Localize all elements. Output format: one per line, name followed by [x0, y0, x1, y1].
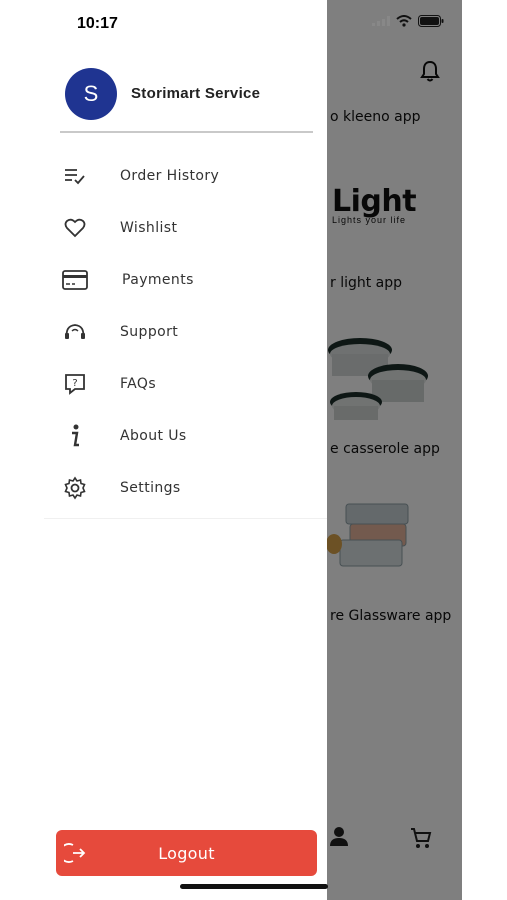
heart-icon — [62, 215, 88, 241]
user-name: Storimart Service — [131, 85, 261, 102]
menu-item-payments[interactable]: Payments — [44, 256, 327, 304]
menu-item-label: Settings — [120, 480, 181, 496]
menu-item-wishlist[interactable]: Wishlist — [44, 204, 327, 252]
menu-item-label: Order History — [120, 168, 220, 184]
menu-item-label: FAQs — [120, 376, 157, 392]
status-time: 10:17 — [77, 15, 118, 32]
svg-text:?: ? — [72, 378, 77, 389]
menu-item-support[interactable]: Support — [44, 308, 327, 356]
gear-icon — [62, 475, 88, 501]
menu-item-settings[interactable]: Settings — [44, 464, 327, 512]
credit-card-icon — [62, 267, 88, 293]
info-icon — [62, 423, 88, 449]
navigation-drawer: S Storimart Service Order History Wishli… — [0, 0, 327, 900]
menu-item-label: About Us — [120, 428, 187, 444]
menu-divider — [44, 518, 327, 519]
menu-item-label: Payments — [122, 272, 194, 288]
signal-icon — [372, 16, 390, 26]
logout-label: Logout — [158, 843, 215, 863]
wifi-icon — [396, 15, 412, 27]
battery-icon — [418, 15, 444, 27]
menu-item-faqs[interactable]: ? FAQs — [44, 360, 327, 408]
menu-item-order-history[interactable]: Order History — [44, 152, 327, 200]
home-indicator — [180, 884, 328, 889]
menu-item-label: Wishlist — [120, 220, 178, 236]
right-edge-strip — [462, 0, 507, 900]
faq-icon: ? — [62, 371, 88, 397]
profile-divider — [60, 131, 313, 133]
status-icons — [372, 15, 444, 27]
logout-button[interactable]: Logout — [56, 830, 317, 876]
support-icon — [62, 319, 88, 345]
logout-icon — [64, 843, 86, 863]
menu-item-about-us[interactable]: About Us — [44, 412, 327, 460]
avatar[interactable]: S — [65, 68, 117, 120]
order-history-icon — [62, 163, 88, 189]
menu-item-label: Support — [120, 324, 179, 340]
